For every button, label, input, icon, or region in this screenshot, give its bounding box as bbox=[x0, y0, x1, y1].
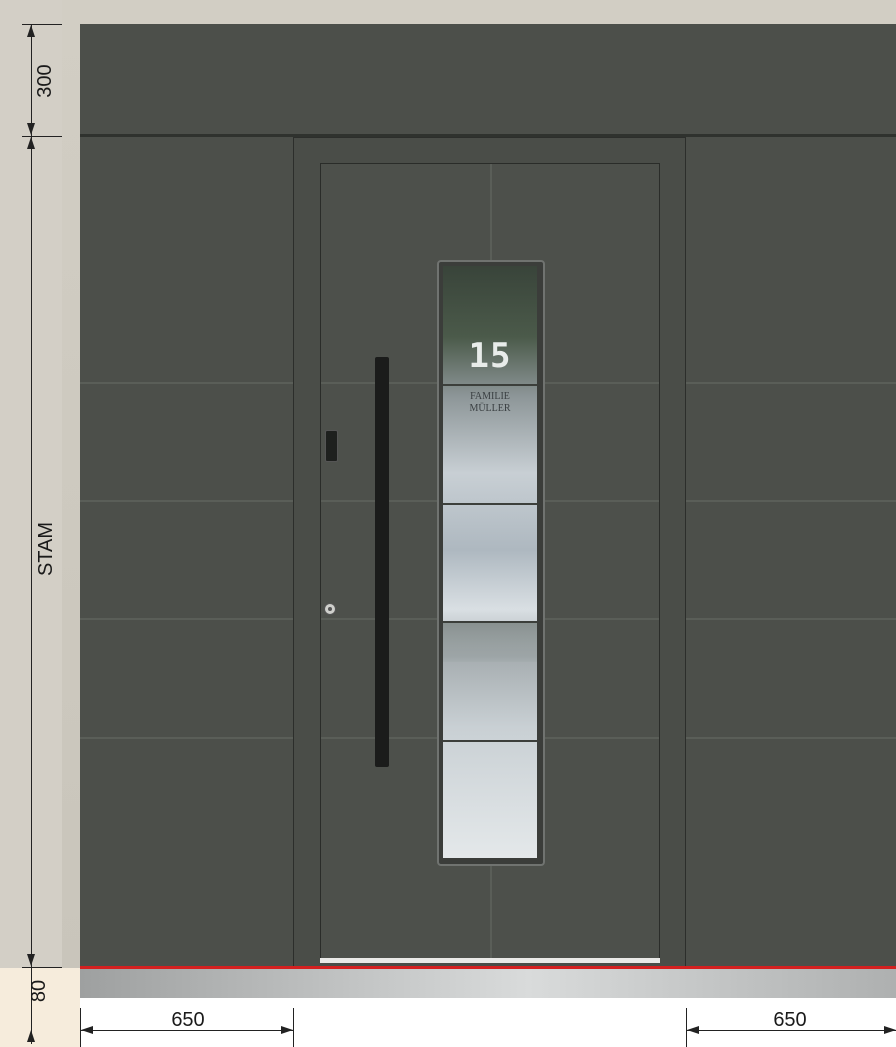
left-side-panel bbox=[80, 137, 293, 967]
door-elevation-drawing: 15 FAMILIE MÜLLER 300 STAM 80 650 650 bbox=[0, 0, 896, 1047]
arrow-left-icon bbox=[81, 1026, 93, 1034]
house-number: 15 bbox=[468, 336, 512, 376]
arrow-down-icon bbox=[27, 954, 35, 966]
door-vertical-groove bbox=[490, 164, 492, 260]
door-groove bbox=[545, 500, 659, 502]
bar-handle[interactable] bbox=[375, 357, 389, 767]
door-threshold bbox=[320, 958, 660, 963]
arrow-up-icon bbox=[27, 25, 35, 37]
door-groove bbox=[545, 618, 659, 620]
panel-groove bbox=[80, 618, 293, 620]
door-groove bbox=[545, 737, 659, 739]
dimension-right-width: 650 bbox=[773, 1009, 807, 1031]
arrow-up-icon bbox=[27, 137, 35, 149]
panel-groove bbox=[80, 382, 293, 384]
dimension-top-height: 300 bbox=[34, 64, 56, 98]
top-transom-panel bbox=[80, 24, 896, 135]
door-vertical-groove bbox=[490, 866, 492, 960]
panel-groove bbox=[686, 500, 896, 502]
glass-bar bbox=[443, 621, 537, 623]
glass-reflection bbox=[443, 622, 537, 662]
dimension-left-width: 650 bbox=[171, 1009, 205, 1031]
keyhole-icon bbox=[328, 607, 332, 611]
panel-groove bbox=[686, 382, 896, 384]
door-groove bbox=[545, 382, 659, 384]
family-name-line2: MÜLLER bbox=[469, 403, 511, 414]
glass-bar bbox=[443, 384, 537, 386]
panel-groove bbox=[80, 737, 293, 739]
arrow-down-icon bbox=[27, 123, 35, 135]
base-plinth bbox=[80, 969, 896, 998]
panel-groove bbox=[686, 618, 896, 620]
fingerprint-reader-icon[interactable] bbox=[325, 430, 338, 462]
dimension-frame-height: STAM bbox=[35, 521, 57, 577]
arrow-left-icon bbox=[687, 1026, 699, 1034]
arrow-right-icon bbox=[281, 1026, 293, 1034]
glass-bar bbox=[443, 503, 537, 505]
dimension-base-height: 80 bbox=[28, 979, 50, 1003]
panel-groove bbox=[686, 737, 896, 739]
panel-groove bbox=[80, 500, 293, 502]
right-side-panel bbox=[686, 137, 896, 967]
dimension-tick bbox=[293, 1008, 294, 1047]
dimension-tick bbox=[22, 967, 62, 968]
glass-bar bbox=[443, 740, 537, 742]
dimension-line-vertical bbox=[31, 24, 32, 1044]
arrow-right-icon bbox=[884, 1026, 896, 1034]
family-name-line1: FAMILIE bbox=[470, 391, 510, 402]
arrow-up-icon bbox=[27, 1030, 35, 1042]
